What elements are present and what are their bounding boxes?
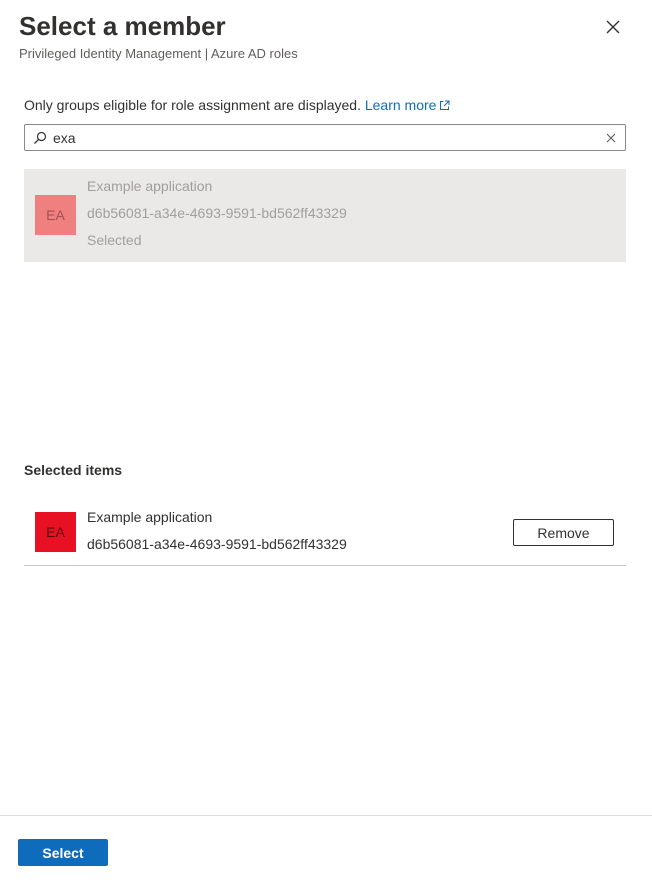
clear-search-button[interactable] bbox=[600, 127, 622, 149]
selected-item-row: EA Example application d6b56081-a34e-469… bbox=[24, 501, 626, 566]
page-title: Select a member bbox=[19, 11, 226, 41]
search-icon bbox=[33, 131, 47, 145]
learn-more-link[interactable]: Learn more bbox=[365, 97, 451, 113]
remove-button[interactable]: Remove bbox=[513, 519, 614, 546]
result-status: Selected bbox=[87, 232, 142, 248]
result-details: Example application d6b56081-a34e-4693-9… bbox=[87, 173, 347, 254]
clear-icon bbox=[606, 133, 616, 142]
search-input[interactable] bbox=[47, 126, 600, 149]
panel-header: Select a member Privileged Identity Mana… bbox=[19, 8, 592, 63]
select-button[interactable]: Select bbox=[18, 839, 108, 866]
close-button[interactable] bbox=[600, 14, 626, 40]
search-box bbox=[24, 124, 626, 151]
result-name: Example application bbox=[87, 178, 213, 194]
external-link-icon bbox=[440, 100, 450, 110]
selected-name: Example application bbox=[87, 509, 213, 525]
result-avatar: EA bbox=[35, 195, 76, 235]
selected-avatar: EA bbox=[35, 512, 76, 552]
result-id: d6b56081-a34e-4693-9591-bd562ff43329 bbox=[87, 205, 347, 221]
select-member-panel: Select a member Privileged Identity Mana… bbox=[0, 0, 652, 886]
footer-divider bbox=[0, 815, 652, 816]
search-result-item[interactable]: EA Example application d6b56081-a34e-469… bbox=[24, 169, 626, 262]
selected-id: d6b56081-a34e-4693-9591-bd562ff43329 bbox=[87, 536, 347, 552]
learn-more-label: Learn more bbox=[364, 97, 437, 113]
page-subtitle: Privileged Identity Management | Azure A… bbox=[19, 46, 298, 61]
eligibility-text: Only groups eligible for role assignment… bbox=[24, 97, 361, 113]
close-icon bbox=[606, 20, 620, 34]
eligibility-info: Only groups eligible for role assignment… bbox=[24, 95, 450, 115]
selected-details: Example application d6b56081-a34e-4693-9… bbox=[87, 504, 347, 558]
selected-items-heading: Selected items bbox=[24, 462, 123, 478]
